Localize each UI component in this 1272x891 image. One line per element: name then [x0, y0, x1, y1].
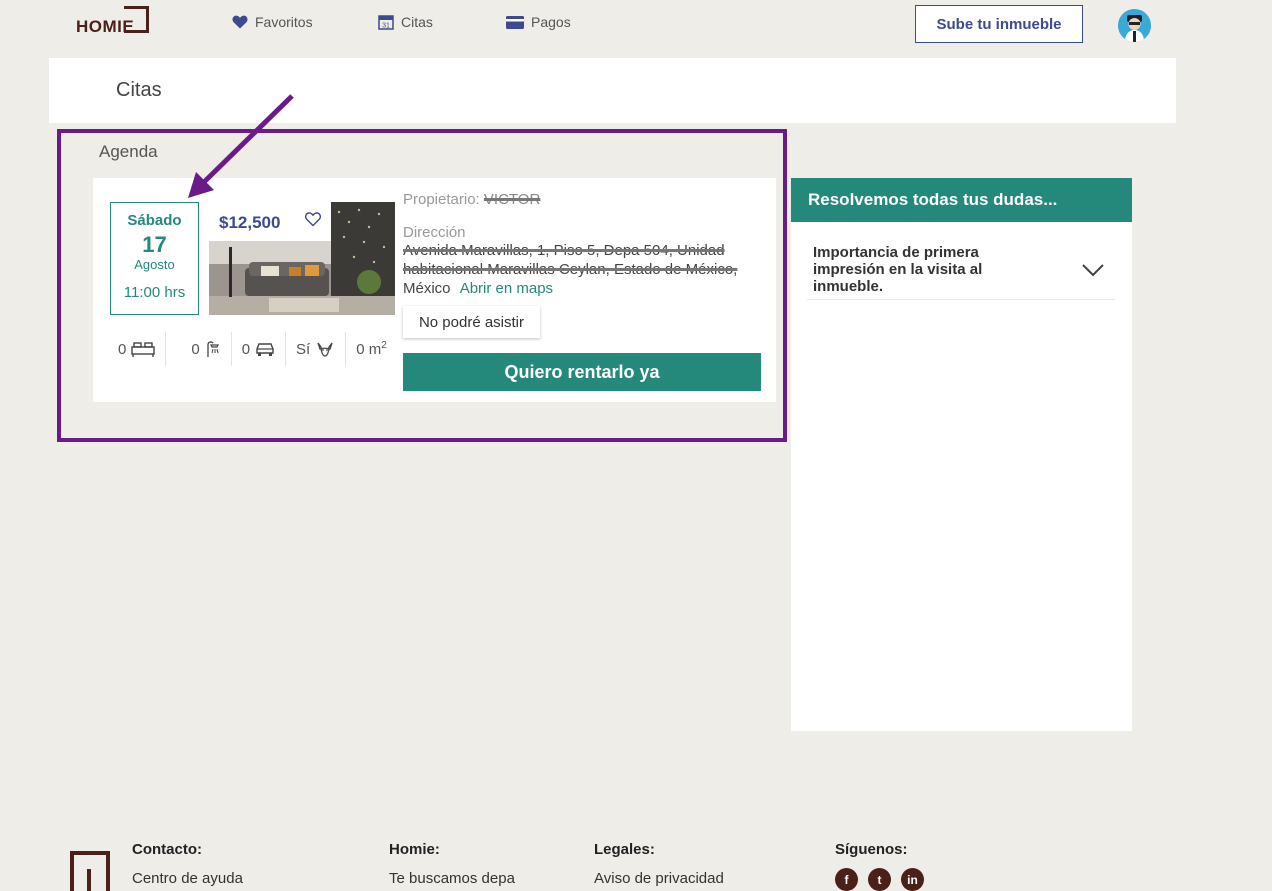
nav-pagos-label: Pagos	[531, 14, 571, 30]
address-country: México	[403, 280, 451, 297]
footer-legal: Legales: Aviso de privacidad	[594, 841, 724, 887]
nav-favoritos[interactable]: Favoritos	[232, 14, 313, 30]
upload-property-button[interactable]: Sube tu inmueble	[915, 5, 1083, 43]
appointment-date-box: Sábado 17 Agosto 11:00 hrs	[110, 202, 199, 315]
nav-citas[interactable]: 31 Citas	[378, 14, 433, 30]
pet-icon	[317, 342, 333, 357]
footer-homie-heading: Homie:	[389, 841, 440, 858]
property-photo[interactable]: $12,500	[209, 202, 395, 315]
appointment-card: Sábado 17 Agosto 11:00 hrs $12,500 0 0 0…	[93, 178, 776, 402]
card-icon	[506, 15, 524, 29]
bedrooms-count: 0	[118, 340, 127, 358]
nav-citas-label: Citas	[401, 14, 433, 30]
heart-icon	[232, 15, 248, 29]
footer-legal-heading: Legales:	[594, 841, 655, 858]
property-price: $12,500	[219, 213, 281, 232]
footer-homie: Homie: Te buscamos depa	[389, 841, 515, 887]
appointment-time: 11:00 hrs	[123, 284, 186, 301]
feature-area: 0 m2	[346, 332, 397, 366]
bed-icon	[131, 342, 156, 357]
car-icon	[256, 343, 274, 356]
owner-name: VICTOR	[483, 191, 541, 208]
footer-social-heading: Síguenos:	[835, 841, 908, 858]
page-title: Citas	[116, 79, 162, 101]
footer-contact: Contacto: Centro de ayuda	[132, 841, 243, 887]
faq-title: Resolvemos todas tus dudas...	[791, 178, 1132, 222]
cannot-attend-button[interactable]: No podré asistir	[403, 306, 540, 338]
faq-item[interactable]: Importancia de primera impresión en la v…	[807, 244, 1115, 300]
open-maps-link[interactable]: Abrir en maps	[460, 280, 553, 297]
feature-pets: Sí	[286, 332, 347, 366]
facebook-icon[interactable]: f	[835, 868, 858, 891]
faq-panel: Resolvemos todas tus dudas... Importanci…	[791, 178, 1132, 731]
address-line-1: Avenida Maravillas, 1, Piso 5, Depa 504,…	[403, 242, 725, 259]
homie-logo[interactable]: HOMIE	[76, 6, 160, 36]
pets-allowed: Sí	[296, 340, 311, 358]
owner-label: Propietario:	[403, 191, 480, 208]
user-avatar[interactable]	[1118, 9, 1151, 42]
feature-bedrooms: 0	[110, 332, 167, 366]
twitter-icon[interactable]: t	[868, 868, 891, 891]
faq-question: Importancia de primera impresión en la v…	[813, 244, 983, 295]
nav-favoritos-label: Favoritos	[255, 14, 313, 30]
price-tag: $12,500	[209, 202, 331, 241]
feature-bathrooms: 0	[166, 332, 232, 366]
appointment-month: Agosto	[134, 257, 175, 272]
svg-text:31: 31	[382, 23, 390, 30]
feature-parking: 0	[232, 332, 287, 366]
nav-pagos[interactable]: Pagos	[506, 14, 571, 30]
avatar-icon	[1118, 9, 1151, 42]
linkedin-icon[interactable]: in	[901, 868, 924, 891]
logo-frame	[124, 6, 149, 33]
footer-social: Síguenos: f t in	[835, 841, 924, 891]
calendar-icon: 31	[378, 15, 394, 30]
footer-logo	[70, 851, 110, 891]
privacy-notice-link[interactable]: Aviso de privacidad	[594, 870, 724, 887]
annotation-arrow-icon	[188, 94, 294, 198]
rent-now-button[interactable]: Quiero rentarlo ya	[403, 353, 761, 391]
property-features: 0 0 0 Sí 0 m2	[110, 332, 397, 366]
favorite-heart-icon[interactable]	[305, 212, 321, 227]
address-line-2: habitacional Maravillas Ceylan, Estado d…	[403, 261, 738, 278]
owner-row: Propietario: VICTOR	[403, 191, 540, 208]
footer-contact-heading: Contacto:	[132, 841, 202, 858]
appointment-day: 17	[142, 232, 167, 257]
bathrooms-count: 0	[191, 340, 200, 358]
social-links: f t in	[835, 868, 924, 891]
appointment-weekday: Sábado	[127, 212, 182, 229]
top-header: HOMIE Favoritos 31 Citas Pagos Sube tu i…	[0, 0, 1272, 48]
address-label: Dirección	[403, 224, 466, 241]
parking-count: 0	[241, 340, 251, 358]
help-center-link[interactable]: Centro de ayuda	[132, 870, 243, 887]
chevron-down-icon	[1082, 264, 1104, 277]
we-find-apartment-link[interactable]: Te buscamos depa	[389, 870, 515, 887]
shower-icon	[207, 341, 219, 357]
agenda-heading: Agenda	[99, 142, 158, 161]
address-line-3: México Abrir en maps	[403, 280, 553, 297]
area-value: 0 m2	[356, 340, 387, 358]
